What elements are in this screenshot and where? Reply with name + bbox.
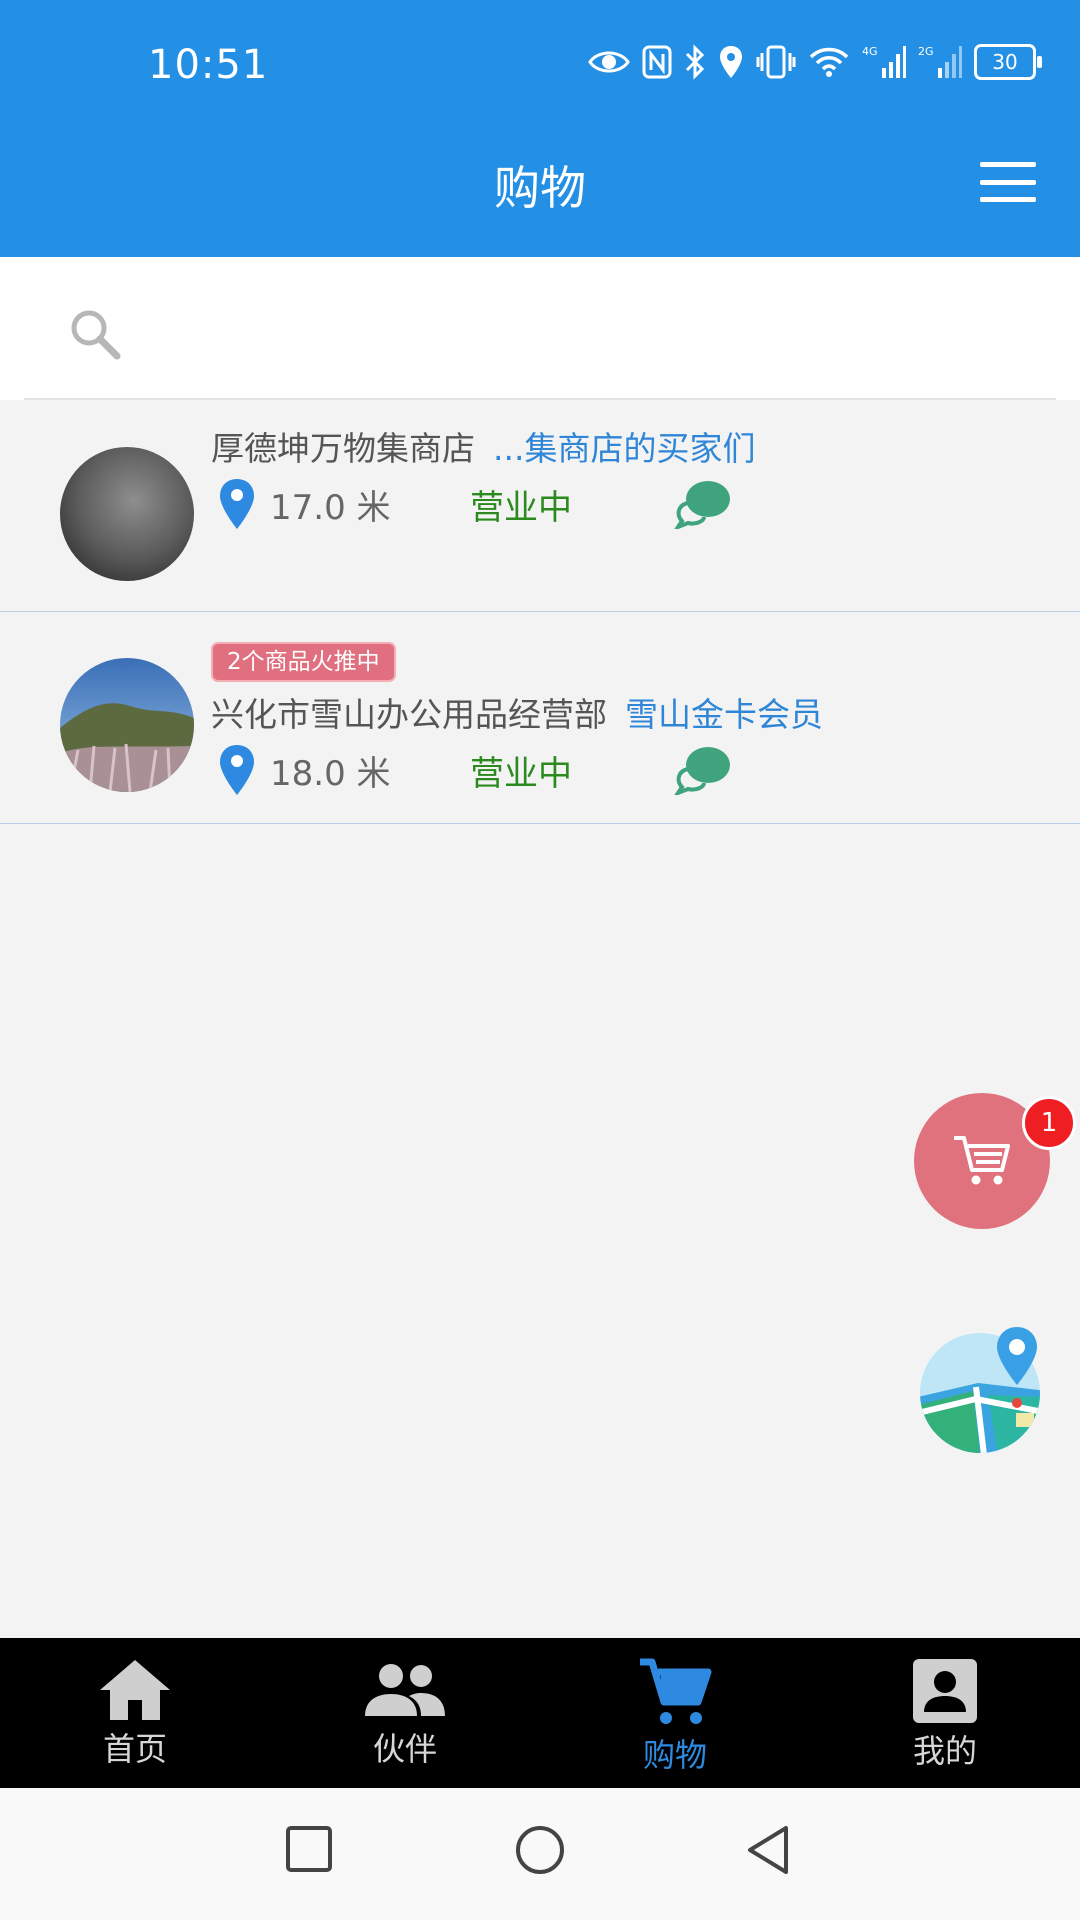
signal-4g-icon: 4G: [862, 44, 906, 80]
home-circle-icon[interactable]: [514, 1824, 566, 1876]
map-pin-icon: [220, 479, 254, 529]
store-distance: 17.0 米: [270, 487, 391, 528]
store-name-text: 兴化市雪山办公用品经营部: [211, 695, 607, 734]
search-icon: [68, 307, 122, 365]
people-icon: [365, 1664, 445, 1716]
status-icons: 4G 2G 30: [588, 44, 1042, 80]
store-meta-row: 17.0 米 营业中: [218, 478, 732, 530]
battery-icon: 30: [974, 44, 1042, 80]
nfc-icon: [642, 45, 672, 79]
recent-apps-icon[interactable]: [284, 1824, 334, 1874]
nav-item-partners[interactable]: 伙伴: [270, 1638, 540, 1788]
nav-label: 我的: [912, 1732, 977, 1770]
chat-icon[interactable]: [674, 479, 732, 529]
bottom-nav: 首页 伙伴 购物 我的: [0, 1638, 1080, 1788]
nav-label: 首页: [102, 1730, 167, 1768]
status-time: 10:51: [148, 42, 269, 88]
nav-item-profile[interactable]: 我的: [810, 1638, 1080, 1788]
store-open-status: 营业中: [470, 753, 572, 794]
nav-label: 伙伴: [372, 1730, 437, 1768]
store-meta-row: 18.0 米 营业中: [218, 744, 732, 796]
cart-icon: [640, 1658, 712, 1724]
store-list-item[interactable]: 厚德坤万物集商店 ...集商店的买家们 17.0 米 营业中: [0, 400, 1080, 612]
profile-icon: [913, 1659, 977, 1723]
header-bar: 10:51 4G 2G 30 购物: [0, 0, 1080, 257]
hamburger-menu-icon[interactable]: [980, 162, 1036, 202]
store-name-text: 厚德坤万物集商店: [211, 429, 475, 468]
search-input[interactable]: [140, 297, 1024, 363]
store-group-link[interactable]: ...集商店的买家们: [493, 429, 755, 468]
map-button[interactable]: [918, 1325, 1048, 1455]
nav-item-home[interactable]: 首页: [0, 1638, 270, 1788]
eye-icon: [588, 47, 630, 77]
store-avatar: [60, 447, 194, 581]
network-label-2: 2G: [918, 45, 934, 58]
nav-item-shopping[interactable]: 购物: [540, 1638, 810, 1788]
cart-icon: [954, 1136, 1010, 1185]
store-name: 兴化市雪山办公用品经营部 雪山金卡会员: [211, 688, 823, 736]
chat-icon[interactable]: [674, 745, 732, 795]
back-icon[interactable]: [744, 1824, 794, 1876]
signal-2g-icon: 2G: [918, 44, 962, 80]
bluetooth-icon: [684, 44, 706, 80]
map-pin-icon: [220, 745, 254, 795]
search-bar: [0, 257, 1080, 400]
page-title: 购物: [494, 161, 586, 215]
promo-badge: 2个商品火推中: [211, 642, 396, 682]
store-distance: 18.0 米: [270, 753, 391, 794]
wifi-icon: [808, 45, 850, 79]
cart-count-badge: 1: [1022, 1096, 1076, 1150]
location-icon: [718, 44, 744, 80]
store-name: 厚德坤万物集商店 ...集商店的买家们: [211, 422, 755, 470]
network-label-1: 4G: [862, 45, 878, 58]
system-nav-bar: [0, 1788, 1080, 1920]
home-icon: [100, 1660, 170, 1720]
map-icon: [920, 1327, 1040, 1453]
store-open-status: 营业中: [470, 487, 572, 528]
vibrate-icon: [756, 45, 796, 79]
nav-label: 购物: [642, 1736, 707, 1774]
store-group-link[interactable]: 雪山金卡会员: [625, 695, 823, 734]
store-avatar: [60, 658, 194, 792]
